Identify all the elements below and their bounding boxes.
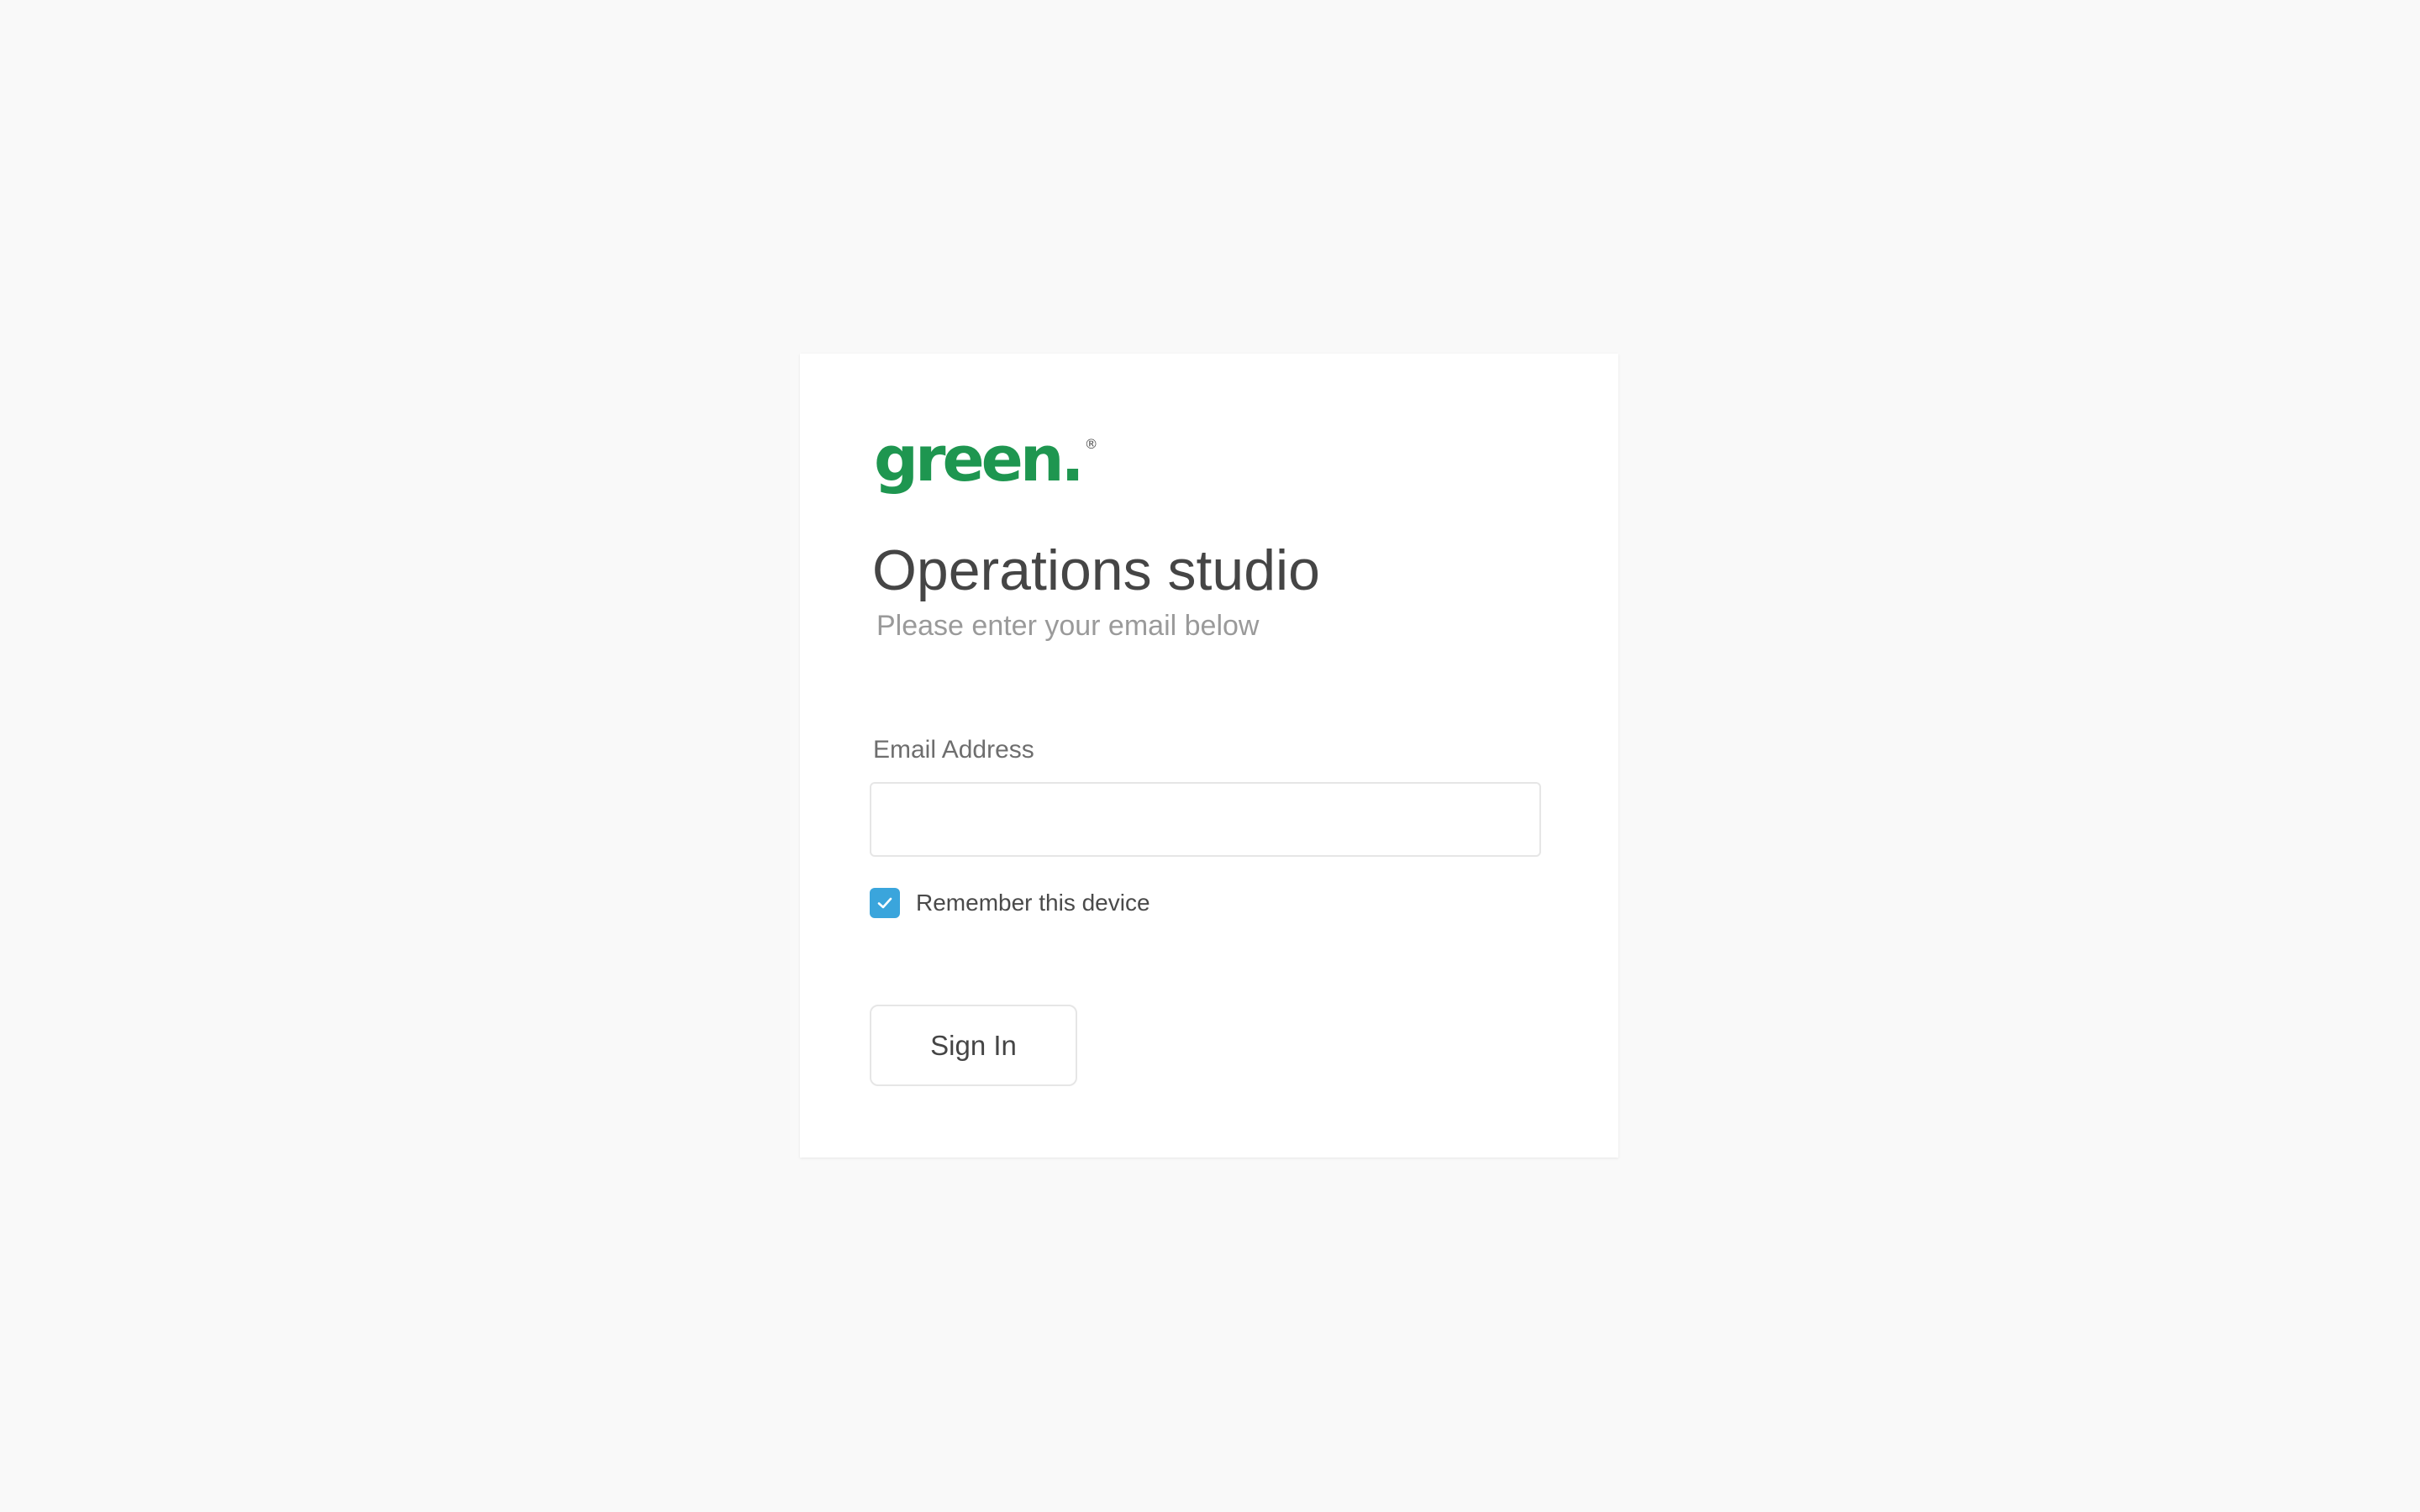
checkmark-icon xyxy=(877,897,892,909)
email-field[interactable] xyxy=(870,782,1541,857)
checkbox-checked-indicator[interactable] xyxy=(870,888,900,918)
login-card: green. ® Operations studio Please enter … xyxy=(800,354,1618,1158)
page-title: Operations studio xyxy=(872,538,1320,602)
remember-device-label: Remember this device xyxy=(916,890,1150,916)
registered-mark: ® xyxy=(1084,436,1098,452)
brand-logo: green. ® xyxy=(874,426,1098,493)
page-subtitle: Please enter your email below xyxy=(876,610,1260,642)
remember-device-checkbox[interactable]: Remember this device xyxy=(870,888,1150,918)
brand-logo-wordmark: green. xyxy=(874,423,1085,496)
email-field-label: Email Address xyxy=(873,736,1034,764)
sign-in-button[interactable]: Sign In xyxy=(870,1005,1077,1086)
